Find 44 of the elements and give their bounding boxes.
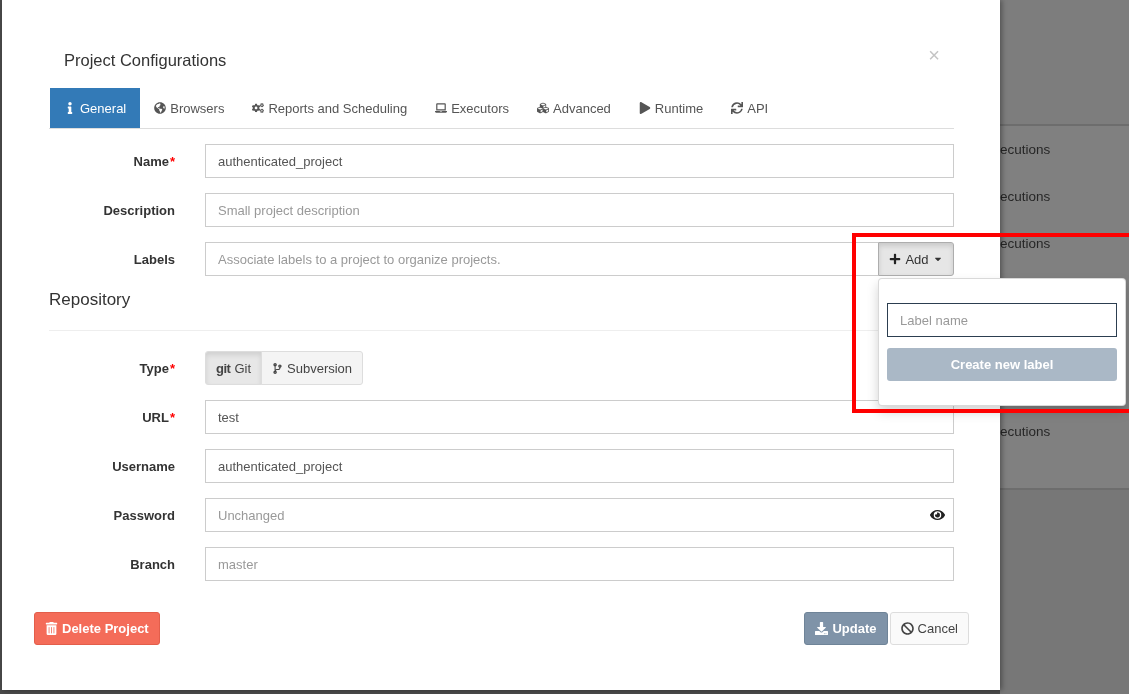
modal-title: Project Configurations bbox=[64, 50, 227, 71]
field-label: Username bbox=[112, 458, 175, 474]
input-field[interactable]: authenticated_project bbox=[205, 144, 954, 178]
eye-icon[interactable] bbox=[930, 507, 945, 523]
toggle-button[interactable]: Subversion bbox=[261, 351, 364, 385]
field-label: Description bbox=[103, 202, 175, 218]
input-field[interactable]: Label name bbox=[887, 303, 1117, 337]
plus-icon bbox=[889, 253, 902, 265]
field-label: Password bbox=[113, 507, 175, 523]
field-label: Type* bbox=[139, 360, 175, 376]
labels-field[interactable]: Associate labels to a project to organize projects. bbox=[205, 242, 878, 276]
section-heading: Repository bbox=[49, 289, 131, 311]
field-label: Name* bbox=[133, 153, 175, 169]
field-label: Branch bbox=[130, 556, 175, 572]
input-field[interactable]: authenticated_project bbox=[205, 449, 954, 483]
background-text: ecutions bbox=[1000, 236, 1051, 251]
download-icon bbox=[815, 622, 829, 635]
toggle-button[interactable]: git Git bbox=[205, 351, 262, 385]
background-text: ecutions bbox=[1000, 142, 1051, 157]
play-icon bbox=[638, 102, 651, 114]
cubes-icon bbox=[537, 102, 549, 114]
input-field[interactable]: test bbox=[205, 400, 954, 434]
field-label: URL* bbox=[142, 409, 175, 425]
add-button[interactable]: Add bbox=[878, 242, 954, 276]
password-field[interactable]: Unchanged bbox=[205, 498, 954, 532]
background-text: ecutions bbox=[1000, 189, 1051, 204]
globe-icon bbox=[154, 102, 167, 114]
ban-icon bbox=[900, 622, 914, 635]
tab[interactable]: Reports and Scheduling bbox=[238, 88, 422, 128]
gears-icon bbox=[252, 102, 265, 114]
tab[interactable]: Browsers bbox=[140, 88, 239, 128]
tab[interactable]: General bbox=[50, 88, 141, 128]
refresh-icon bbox=[731, 102, 744, 114]
tab[interactable]: Advanced bbox=[523, 88, 625, 128]
tab[interactable]: API bbox=[717, 88, 783, 128]
git-logo: git bbox=[216, 360, 231, 376]
tab[interactable]: Executors bbox=[421, 88, 523, 128]
laptop-icon bbox=[435, 102, 448, 114]
branch-icon bbox=[272, 362, 283, 374]
background-text: ecutions bbox=[1000, 424, 1051, 439]
field-label: Labels bbox=[133, 251, 175, 267]
tab[interactable]: Runtime bbox=[624, 88, 718, 128]
cancel-button[interactable]: Cancel bbox=[889, 612, 969, 645]
trash-icon bbox=[45, 622, 58, 635]
